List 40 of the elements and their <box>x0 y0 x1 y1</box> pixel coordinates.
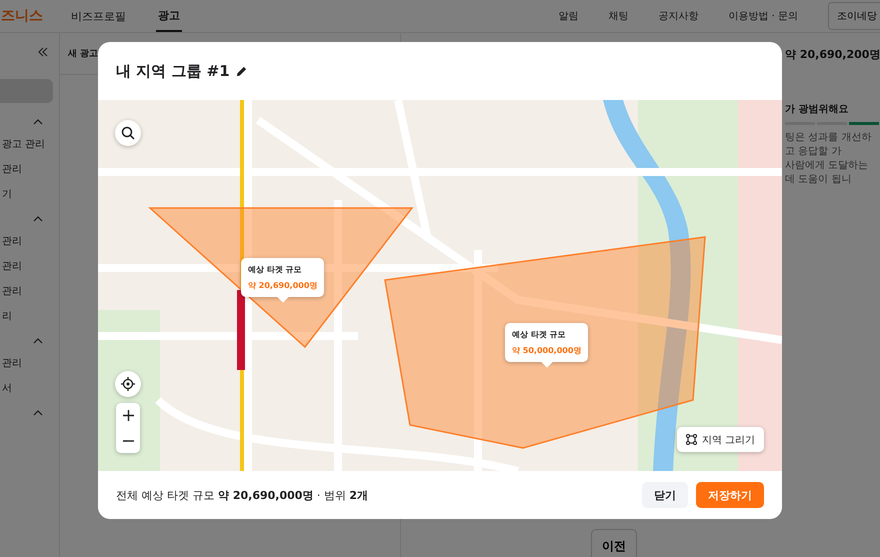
close-button[interactable]: 닫기 <box>642 482 688 508</box>
sidebar-item[interactable]: 관리 <box>2 284 22 298</box>
collapse-icon[interactable] <box>37 47 49 57</box>
search-icon <box>121 126 135 140</box>
sidebar-item[interactable]: 광고 관리 <box>2 136 46 150</box>
nav-tab[interactable]: 비즈프로필 <box>69 0 128 32</box>
nav-link[interactable]: 채팅 <box>608 9 628 23</box>
nav-link[interactable]: 공지사항 <box>658 9 698 23</box>
sidebar-item[interactable]: 리 <box>2 308 12 322</box>
notice-title: 가 광범위해요 <box>785 103 850 116</box>
account-button[interactable]: 조이네당 <box>828 2 880 30</box>
reach-value: 약 20,690,200명 <box>785 47 880 62</box>
sidebar-item[interactable]: 관리 <box>2 356 22 370</box>
nav-link[interactable]: 이용방법 · 문의 <box>728 9 798 23</box>
draw-area-button[interactable]: 지역 그리기 <box>676 427 764 452</box>
polygon-icon <box>686 434 697 445</box>
tooltip-value: 약 20,690,000명 <box>248 280 318 291</box>
minus-icon <box>122 440 134 442</box>
tooltip-label: 예상 타겟 규모 <box>512 329 567 340</box>
sidebar-item[interactable]: 관리 <box>2 234 22 248</box>
crosshair-icon <box>121 377 135 391</box>
chevron-icon[interactable] <box>33 119 43 125</box>
description-text: 사람에게 도달하는 데 도움이 됩니 <box>785 159 870 187</box>
prev-button[interactable]: 이전 <box>591 529 637 557</box>
nav-link[interactable]: 알림 <box>558 9 578 23</box>
summary-text: 전체 예상 타겟 규모 약 20,690,000명 · 범위 2개 <box>116 488 368 502</box>
nav-tab[interactable]: 광고 <box>156 0 182 32</box>
save-button[interactable]: 저장하기 <box>696 482 764 508</box>
chevron-icon[interactable] <box>33 216 43 222</box>
chevron-icon[interactable] <box>33 338 43 344</box>
sidebar-item[interactable]: 서 <box>2 380 12 394</box>
chevron-icon[interactable] <box>33 410 43 416</box>
pencil-icon[interactable] <box>236 66 247 76</box>
description-text: 팅은 성과를 개선하고 응답할 가 <box>785 131 872 159</box>
sidebar-item[interactable]: 관리 <box>2 162 22 176</box>
tooltip-value: 약 50,000,000명 <box>512 345 582 356</box>
sidebar-item[interactable]: 기 <box>2 186 12 200</box>
plus-icon <box>122 410 134 421</box>
tooltip-label: 예상 타겟 규모 <box>248 264 303 275</box>
sidebar-item[interactable]: 관리 <box>2 258 22 272</box>
